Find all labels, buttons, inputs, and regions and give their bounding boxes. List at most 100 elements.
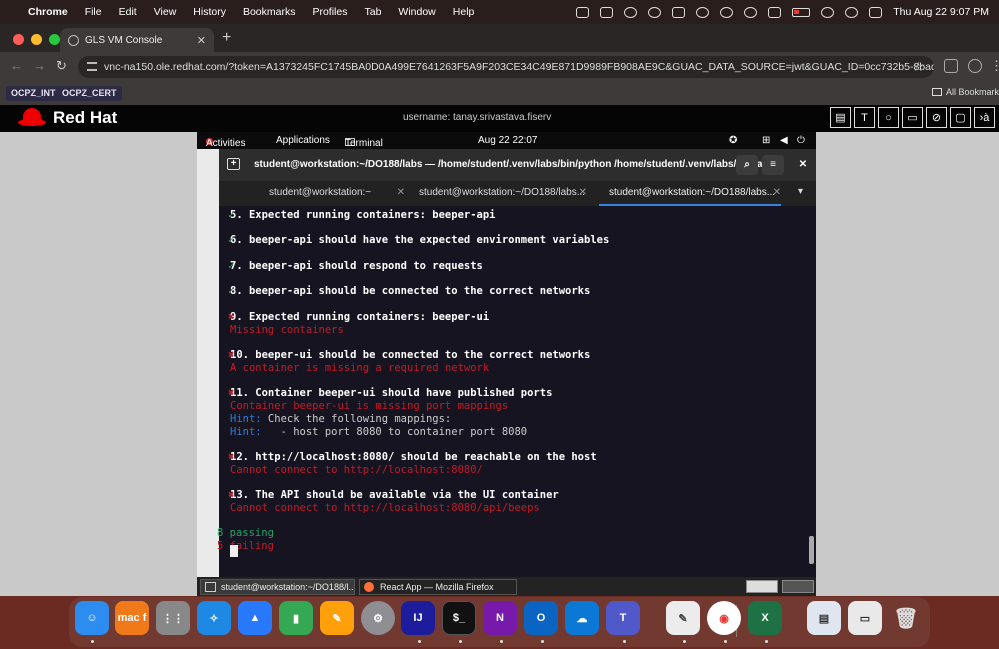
trash-icon[interactable]: 🗑 bbox=[889, 601, 923, 635]
search-icon[interactable]: ⌕ bbox=[736, 155, 758, 175]
hint-line: Hint: - host port 8080 to container port… bbox=[230, 426, 527, 438]
menu-tab[interactable]: Tab bbox=[364, 6, 381, 18]
safari-icon[interactable]: ✧ bbox=[197, 601, 231, 635]
play-icon[interactable] bbox=[744, 6, 758, 18]
mute-icon[interactable]: ⊘ bbox=[926, 107, 947, 128]
site-settings-icon[interactable] bbox=[87, 62, 97, 71]
clock-icon[interactable] bbox=[696, 6, 710, 18]
document-icon[interactable]: ▤ bbox=[830, 107, 851, 128]
screen-share-icon[interactable] bbox=[672, 6, 686, 18]
close-tab-icon[interactable]: ✕ bbox=[579, 181, 587, 204]
media-controls-icon[interactable] bbox=[944, 59, 958, 73]
close-terminal-icon[interactable]: ✕ bbox=[792, 155, 814, 175]
menu-history[interactable]: History bbox=[193, 6, 226, 18]
text-input-icon[interactable]: T bbox=[854, 107, 875, 128]
power-icon[interactable]: ⏻ bbox=[797, 135, 805, 146]
close-tab-icon[interactable]: ✕ bbox=[197, 34, 206, 47]
zoom-window-button[interactable] bbox=[49, 34, 60, 45]
wifi-icon[interactable] bbox=[821, 6, 835, 18]
launchpad-icon[interactable]: ⋮⋮ bbox=[156, 601, 190, 635]
translate-icon[interactable] bbox=[576, 6, 590, 18]
control-center-icon[interactable] bbox=[869, 6, 883, 18]
chrome-icon[interactable]: ◉ bbox=[707, 601, 741, 635]
terminal-output[interactable]: ✓ 5. Expected running containers: beeper-… bbox=[217, 206, 816, 577]
new-tab-button[interactable]: + bbox=[222, 29, 231, 47]
accessibility-icon[interactable]: ✪ bbox=[729, 135, 737, 146]
menu-view[interactable]: View bbox=[154, 6, 177, 18]
teams-icon[interactable]: T bbox=[606, 601, 640, 635]
menu-file[interactable]: File bbox=[85, 6, 102, 18]
keyboard-icon[interactable]: ▭ bbox=[902, 107, 923, 128]
vnc-viewport[interactable]: Activities Applications Terminal Aug 22 … bbox=[197, 132, 816, 596]
menu-app-name[interactable]: Chrome bbox=[28, 6, 68, 18]
menu-help[interactable]: Help bbox=[453, 6, 475, 18]
onenote-icon[interactable]: N bbox=[483, 601, 517, 635]
menu-edit[interactable]: Edit bbox=[119, 6, 137, 18]
all-bookmarks-button[interactable]: All Bookmark bbox=[931, 87, 999, 97]
gnome-clock[interactable]: Aug 22 22:07 bbox=[478, 135, 538, 146]
menu-window[interactable]: Window bbox=[398, 6, 435, 18]
menubar-status-area: Thu Aug 22 9:07 PM bbox=[576, 0, 989, 24]
terminal-icon[interactable]: $_ bbox=[442, 601, 476, 635]
dark-mode-icon[interactable] bbox=[720, 6, 734, 18]
tabs-dropdown-icon[interactable]: ▾ bbox=[798, 186, 803, 197]
close-tab-icon[interactable]: ✕ bbox=[397, 181, 405, 204]
macf-icon[interactable]: mac f bbox=[115, 601, 149, 635]
numbers-icon[interactable]: ▮ bbox=[279, 601, 313, 635]
kebab-menu-icon[interactable]: ⋮ bbox=[990, 58, 999, 74]
chrome-apps-icon[interactable]: ▭ bbox=[848, 601, 882, 635]
vpn-shield-icon[interactable] bbox=[624, 6, 638, 18]
back-arrow-icon[interactable]: ← bbox=[10, 58, 23, 73]
clipboard-icon[interactable] bbox=[600, 6, 614, 18]
system-settings-icon[interactable]: ⚙ bbox=[361, 601, 395, 635]
check-text: 11. Container beeper-ui should have publ… bbox=[230, 387, 553, 399]
excel-icon[interactable]: X bbox=[748, 601, 782, 635]
terminal-tab-1[interactable]: student@workstation:~ ✕ bbox=[219, 181, 405, 206]
minimize-window-button[interactable] bbox=[31, 34, 42, 45]
browser-tab-active[interactable]: GLS VM Console ✕ bbox=[60, 28, 214, 52]
menu-bookmarks[interactable]: Bookmarks bbox=[243, 6, 296, 18]
bookmark-star-icon[interactable]: ☆ bbox=[912, 56, 924, 78]
forward-arrow-icon[interactable]: → bbox=[33, 58, 46, 73]
finder-icon[interactable]: ☺ bbox=[75, 601, 109, 635]
hamburger-menu-icon[interactable]: ≡ bbox=[762, 155, 784, 175]
outlook-icon[interactable]: O bbox=[524, 601, 558, 635]
terminal-tab-2[interactable]: student@workstation:~/DO188/labs... ✕ bbox=[409, 181, 587, 206]
cloud-icon[interactable] bbox=[648, 6, 662, 18]
terminal-scrollbar[interactable] bbox=[809, 536, 814, 564]
menubar-clock[interactable]: Thu Aug 22 9:07 PM bbox=[893, 6, 989, 18]
keynote-icon[interactable]: ▲ bbox=[238, 601, 272, 635]
lock-icon[interactable]: ▢ bbox=[950, 107, 971, 128]
volume-icon[interactable]: ◀ bbox=[780, 135, 788, 146]
terminal-tab-3-active[interactable]: student@workstation:~/DO188/labs... ✕ bbox=[599, 181, 781, 206]
macos-dock: ☺ mac f ⋮⋮ ✧ ▲ ▮ ✎ ⚙ IJ $_ N O ☁ T ✎ ◉ X… bbox=[69, 597, 930, 647]
textedit-icon[interactable]: ✎ bbox=[666, 601, 700, 635]
preview-icon[interactable]: ▤ bbox=[807, 601, 841, 635]
taskbar-terminal[interactable]: student@workstation:~/DO188/l... bbox=[200, 579, 355, 595]
spotlight-search-icon[interactable] bbox=[845, 6, 859, 18]
close-window-button[interactable] bbox=[13, 34, 24, 45]
address-bar[interactable]: vnc-na150.ole.redhat.com/?token=A1373245… bbox=[78, 56, 934, 78]
bluetooth-icon[interactable] bbox=[768, 6, 782, 18]
bookmark-ocpz-int[interactable]: OCPZ_INT bbox=[6, 86, 61, 101]
taskbar-firefox[interactable]: React App — Mozilla Firefox bbox=[359, 579, 517, 595]
fail-cross-icon: ✖ bbox=[228, 451, 235, 463]
network-icon[interactable]: ⊞ bbox=[762, 135, 770, 146]
refresh-icon[interactable]: ○ bbox=[878, 107, 899, 128]
new-terminal-tab-icon[interactable]: + bbox=[227, 158, 240, 170]
workspace-2[interactable] bbox=[782, 580, 814, 593]
onedrive-icon[interactable]: ☁ bbox=[565, 601, 599, 635]
battery-icon[interactable] bbox=[792, 7, 811, 17]
applications-menu[interactable]: Applications bbox=[276, 135, 330, 146]
menu-profiles[interactable]: Profiles bbox=[312, 6, 347, 18]
profile-avatar-icon[interactable] bbox=[968, 59, 982, 73]
input-method-icon[interactable]: ›à bbox=[974, 107, 995, 128]
bookmark-ocpz-cert[interactable]: OCPZ_CERT bbox=[57, 86, 122, 101]
taskbar-label: student@workstation:~/DO188/l... bbox=[221, 582, 355, 592]
pages-icon[interactable]: ✎ bbox=[320, 601, 354, 635]
close-tab-icon[interactable]: ✕ bbox=[773, 181, 781, 204]
reload-icon[interactable]: ↻ bbox=[56, 58, 67, 74]
intellij-icon[interactable]: IJ bbox=[401, 601, 435, 635]
running-indicator bbox=[418, 640, 421, 643]
workspace-1[interactable] bbox=[746, 580, 778, 593]
